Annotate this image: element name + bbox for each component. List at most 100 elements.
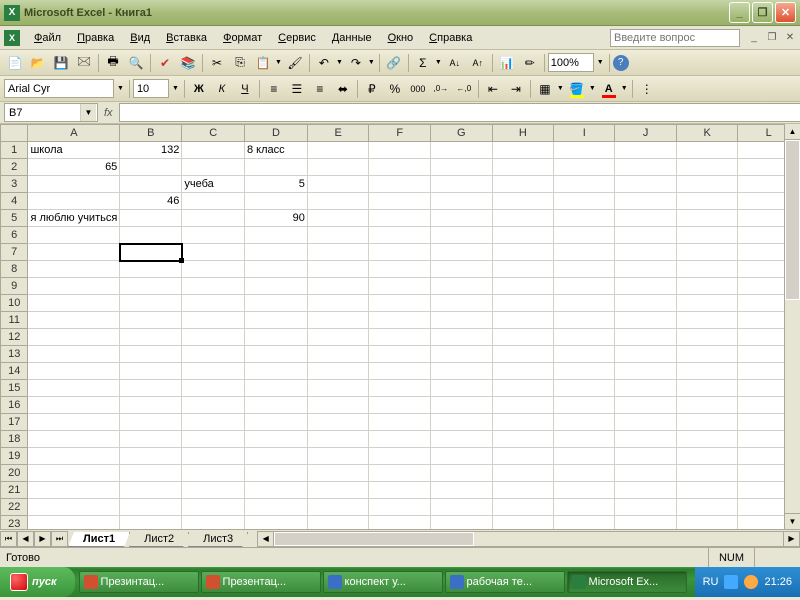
row-header-2[interactable]: 2 — [1, 159, 28, 176]
cell-D20[interactable] — [244, 465, 307, 482]
cell-J13[interactable] — [615, 346, 676, 363]
row-header-19[interactable]: 19 — [1, 448, 28, 465]
name-box-input[interactable] — [5, 106, 80, 120]
cell-C4[interactable] — [182, 193, 245, 210]
col-header-J[interactable]: J — [615, 125, 676, 142]
cell-K12[interactable] — [676, 329, 738, 346]
cell-K20[interactable] — [676, 465, 738, 482]
cell-I10[interactable] — [554, 295, 615, 312]
align-right-icon[interactable]: ≡ — [309, 78, 331, 100]
doc-restore-button[interactable]: ❐ — [764, 31, 780, 45]
cell-H5[interactable] — [492, 210, 554, 227]
cell-E12[interactable] — [307, 329, 369, 346]
cell-D13[interactable] — [244, 346, 307, 363]
cell-B6[interactable] — [120, 227, 182, 244]
cell-A18[interactable] — [28, 431, 120, 448]
cell-F11[interactable] — [369, 312, 431, 329]
cell-I12[interactable] — [554, 329, 615, 346]
cell-J23[interactable] — [615, 516, 676, 530]
tray-icon-2[interactable] — [744, 575, 758, 589]
col-header-K[interactable]: K — [676, 125, 738, 142]
cell-C12[interactable] — [182, 329, 245, 346]
row-header-5[interactable]: 5 — [1, 210, 28, 227]
row-header-6[interactable]: 6 — [1, 227, 28, 244]
cell-D11[interactable] — [244, 312, 307, 329]
row-header-23[interactable]: 23 — [1, 516, 28, 530]
cell-H15[interactable] — [492, 380, 554, 397]
cell-K6[interactable] — [676, 227, 738, 244]
cell-G3[interactable] — [430, 176, 492, 193]
cell-C1[interactable] — [182, 142, 245, 159]
sort-desc-icon[interactable]: A↑ — [467, 52, 489, 74]
cell-J19[interactable] — [615, 448, 676, 465]
cell-H8[interactable] — [492, 261, 554, 278]
cell-G1[interactable] — [430, 142, 492, 159]
sheet-tab-0[interactable]: Лист2 — [129, 532, 189, 547]
cell-J6[interactable] — [615, 227, 676, 244]
cell-B17[interactable] — [120, 414, 182, 431]
menu-item-2[interactable]: Вид — [122, 29, 158, 47]
minimize-button[interactable]: _ — [729, 2, 750, 23]
cell-G2[interactable] — [430, 159, 492, 176]
cell-K21[interactable] — [676, 482, 738, 499]
undo-icon[interactable]: ↶ — [313, 52, 335, 74]
cell-E20[interactable] — [307, 465, 369, 482]
cell-F12[interactable] — [369, 329, 431, 346]
font-select[interactable] — [4, 79, 114, 98]
zoom-select[interactable] — [548, 53, 594, 72]
cell-E15[interactable] — [307, 380, 369, 397]
cell-K13[interactable] — [676, 346, 738, 363]
cell-K15[interactable] — [676, 380, 738, 397]
cell-F20[interactable] — [369, 465, 431, 482]
cell-J16[interactable] — [615, 397, 676, 414]
cell-F8[interactable] — [369, 261, 431, 278]
cell-J21[interactable] — [615, 482, 676, 499]
cell-A12[interactable] — [28, 329, 120, 346]
cell-H4[interactable] — [492, 193, 554, 210]
cell-J12[interactable] — [615, 329, 676, 346]
decrease-indent-icon[interactable]: ⇤ — [482, 78, 504, 100]
system-tray[interactable]: RU 21:26 — [695, 567, 800, 597]
row-header-11[interactable]: 11 — [1, 312, 28, 329]
cell-A21[interactable] — [28, 482, 120, 499]
cell-J1[interactable] — [615, 142, 676, 159]
align-left-icon[interactable]: ≡ — [263, 78, 285, 100]
cell-K14[interactable] — [676, 363, 738, 380]
cell-E10[interactable] — [307, 295, 369, 312]
cell-C20[interactable] — [182, 465, 245, 482]
name-box-dropdown-icon[interactable]: ▼ — [80, 104, 96, 121]
increase-indent-icon[interactable]: ⇥ — [505, 78, 527, 100]
cell-F10[interactable] — [369, 295, 431, 312]
help-icon[interactable]: ? — [613, 55, 629, 71]
row-header-13[interactable]: 13 — [1, 346, 28, 363]
cell-K10[interactable] — [676, 295, 738, 312]
cell-D7[interactable] — [244, 244, 307, 261]
cell-H23[interactable] — [492, 516, 554, 530]
cell-H1[interactable] — [492, 142, 554, 159]
cell-E5[interactable] — [307, 210, 369, 227]
cell-H14[interactable] — [492, 363, 554, 380]
cell-J4[interactable] — [615, 193, 676, 210]
percent-icon[interactable]: % — [384, 78, 406, 100]
cell-C19[interactable] — [182, 448, 245, 465]
cell-D5[interactable]: 90 — [244, 210, 307, 227]
cell-F2[interactable] — [369, 159, 431, 176]
cell-I21[interactable] — [554, 482, 615, 499]
cell-I9[interactable] — [554, 278, 615, 295]
cell-D3[interactable]: 5 — [244, 176, 307, 193]
cell-I13[interactable] — [554, 346, 615, 363]
cell-J20[interactable] — [615, 465, 676, 482]
cell-H7[interactable] — [492, 244, 554, 261]
cell-B8[interactable] — [120, 261, 182, 278]
sheet-nav-prev-icon[interactable]: ◀ — [17, 531, 34, 547]
cell-G8[interactable] — [430, 261, 492, 278]
cell-I23[interactable] — [554, 516, 615, 530]
cell-C13[interactable] — [182, 346, 245, 363]
cell-I8[interactable] — [554, 261, 615, 278]
cell-B19[interactable] — [120, 448, 182, 465]
cell-G11[interactable] — [430, 312, 492, 329]
redo-icon[interactable]: ↷ — [345, 52, 367, 74]
font-color-dropdown-icon[interactable]: ▼ — [620, 85, 629, 92]
sheet-tab-active[interactable]: Лист1 — [68, 532, 130, 547]
select-all-corner[interactable] — [1, 125, 28, 142]
